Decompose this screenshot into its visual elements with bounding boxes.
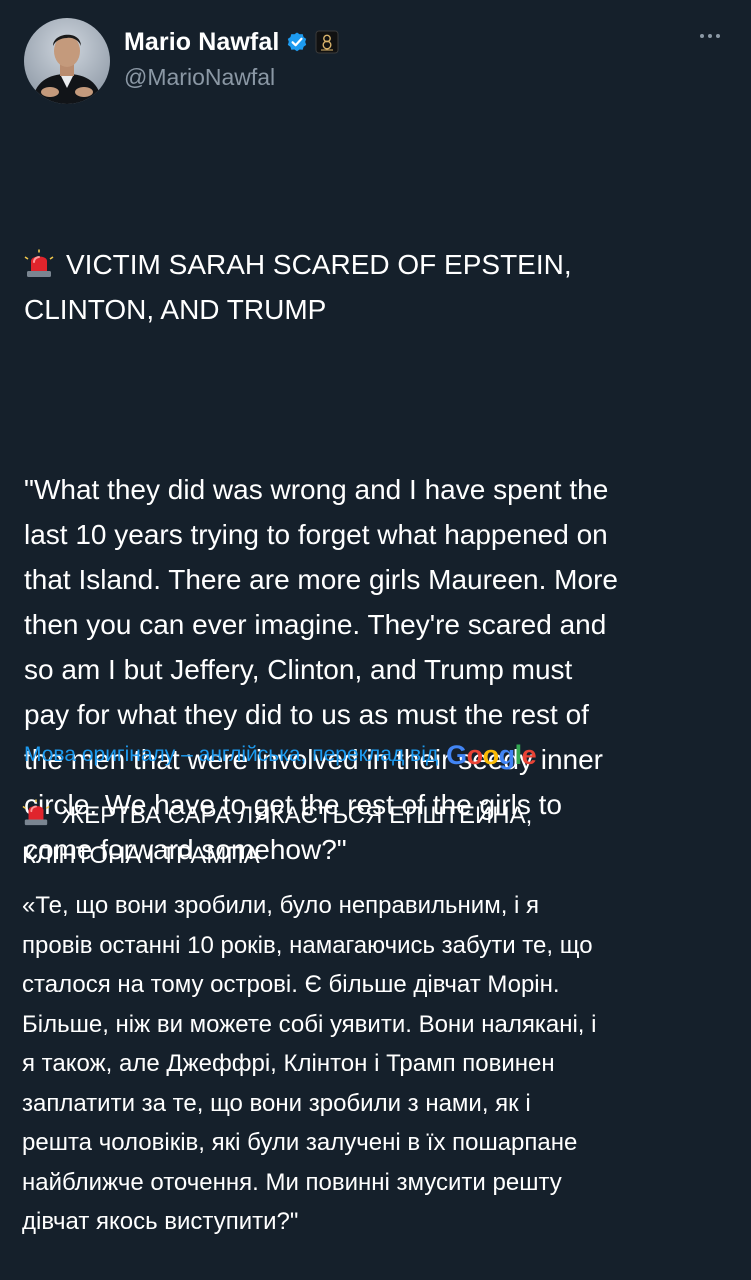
- tweet-headline-line2: CLINTON, AND TRUMP: [24, 294, 327, 325]
- quote-line: so am I but Jeffery, Clinton, and Trump …: [24, 654, 573, 685]
- translation-note[interactable]: Мова оригіналу – англійська, переклад ві…: [24, 743, 438, 767]
- translated-headline-line1: ЖЕРТВА САРА ЛЯКАЄТЬСЯ ЕПШТЕЙНА,: [62, 802, 533, 829]
- translated-quote: «Те, що вони зробили, було неправильним,…: [22, 886, 732, 1242]
- more-options-button[interactable]: [693, 24, 727, 48]
- translation-attribution[interactable]: Мова оригіналу – англійська, переклад ві…: [24, 735, 537, 775]
- translated-line: Більше, ніж ви можете собі уявити. Вони …: [22, 1010, 597, 1038]
- quote-line: "What they did was wrong and I have spen…: [24, 474, 609, 505]
- police-car-light-siren-icon: [22, 799, 50, 827]
- translated-line: сталося на тому острові. Є більше дівчат…: [22, 971, 560, 998]
- translated-headline-line2: КЛІНТОНА І ТРАМПА: [22, 842, 260, 869]
- translated-line: «Те, що вони зробили, було неправильним,…: [22, 892, 540, 919]
- tweet-header: Mario Nawfal @MarioNawfal: [24, 18, 727, 104]
- affiliation-badge-icon[interactable]: [315, 30, 339, 54]
- more-dot: [716, 34, 720, 38]
- more-horizontal-icon: [700, 34, 704, 38]
- verified-badge-icon: [285, 30, 309, 54]
- avatar[interactable]: [24, 18, 110, 104]
- translated-line: дівчат якось виступити?": [22, 1208, 299, 1235]
- quote-line: that Island. There are more girls Mauree…: [24, 564, 618, 595]
- translated-line: провів останні 10 років, намагаючись заб…: [22, 931, 593, 959]
- author-name-row: Mario Nawfal: [124, 26, 339, 58]
- translated-line: заплатити за те, що вони зробили з нами,…: [22, 1089, 531, 1117]
- translated-text: ЖЕРТВА САРА ЛЯКАЄТЬСЯ ЕПШТЕЙНА, КЛІНТОНА …: [22, 796, 732, 1242]
- quote-line: then you can ever imagine. They're scare…: [24, 609, 607, 640]
- google-logo: Google: [446, 739, 537, 770]
- author-display-name[interactable]: Mario Nawfal: [124, 28, 279, 57]
- translated-line: решта чоловіків, які були залучені в їх …: [22, 1129, 578, 1156]
- author-handle[interactable]: @MarioNawfal: [124, 64, 275, 91]
- police-car-light-siren-icon: [24, 247, 54, 277]
- tweet-headline: VICTIM SARAH SCARED OF EPSTEIN, CLINTON, …: [24, 242, 730, 332]
- more-dot: [708, 34, 712, 38]
- translated-line: я також, але Джеффрі, Клінтон і Трамп по…: [22, 1050, 555, 1077]
- tweet-headline-line1: VICTIM SARAH SCARED OF EPSTEIN,: [66, 249, 572, 280]
- avatar-photo: [24, 18, 110, 104]
- translated-line: найближче оточення. Ми повинні змусити р…: [22, 1168, 562, 1196]
- translated-headline: ЖЕРТВА САРА ЛЯКАЄТЬСЯ ЕПШТЕЙНА, КЛІНТОНА …: [22, 796, 732, 876]
- quote-line: last 10 years trying to forget what happ…: [24, 519, 608, 550]
- quote-line: pay for what they did to us as must the …: [24, 699, 589, 730]
